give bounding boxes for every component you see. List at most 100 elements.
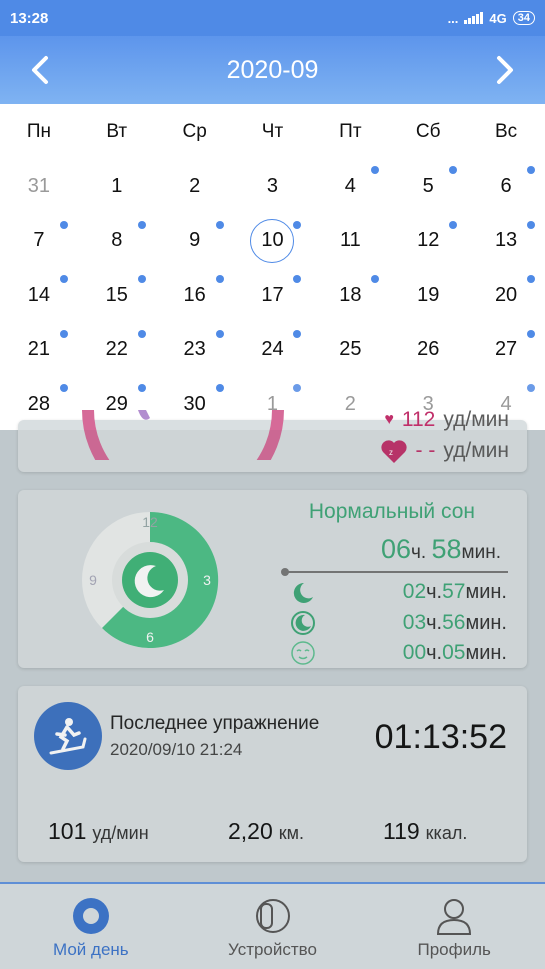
signal-icon — [464, 12, 484, 24]
calendar-day[interactable]: 7 — [0, 214, 78, 269]
my-day-icon — [72, 898, 109, 934]
chevron-right-icon — [497, 56, 513, 84]
day-number: 24 — [261, 338, 284, 361]
bottom-nav: Мой день Устройство Профиль — [0, 882, 545, 969]
calendar: Пн Вт Ср Чт Пт Сб Вс 31 1 2 3 4 5 6 7 8 9 10 11 12 13… — [0, 104, 545, 430]
data-indicator-dot — [449, 166, 458, 174]
data-indicator-dot — [293, 329, 302, 338]
sleep-total: 06ч. 58мин. — [380, 534, 501, 564]
heart-sleep-value: - - — [415, 439, 436, 462]
calendar-day[interactable]: 23 — [156, 323, 234, 378]
day-number: 17 — [261, 283, 284, 306]
calendar-day[interactable]: 25 — [311, 323, 389, 378]
calendar-day[interactable]: 12 — [389, 214, 467, 269]
data-indicator-dot — [449, 220, 458, 229]
calendar-day[interactable]: 26 — [389, 323, 467, 378]
nav-label: Устройство — [228, 940, 317, 959]
day-number: 12 — [417, 229, 440, 252]
calendar-day[interactable]: 2 — [156, 159, 234, 214]
calendar-day[interactable]: 3 — [234, 159, 312, 214]
data-indicator-dot — [215, 384, 224, 392]
day-number: 31 — [27, 174, 51, 197]
calendar-header: 2020-09 — [0, 36, 545, 104]
calendar-day[interactable]: 8 — [78, 214, 156, 269]
heart-icon: ♥ — [384, 411, 394, 428]
calendar-day[interactable]: 5 — [389, 159, 467, 214]
calendar-day[interactable]: 21 — [0, 323, 78, 378]
deep-sleep-icon — [293, 582, 313, 603]
calendar-day[interactable]: 19 — [389, 268, 467, 323]
nav-my-day[interactable]: Мой день — [0, 884, 182, 969]
exercise-card[interactable]: Последнее упражнение 2020/09/10 21:24 01… — [18, 686, 527, 862]
data-indicator-dot — [293, 275, 302, 283]
calendar-day[interactable]: 18 — [311, 268, 389, 323]
nav-profile[interactable]: Профиль — [363, 884, 545, 969]
light-sleep-icon — [291, 611, 315, 635]
calendar-day[interactable]: 15 — [78, 268, 156, 323]
month-title[interactable]: 2020-09 — [227, 56, 319, 85]
calendar-day[interactable]: 16 — [156, 268, 234, 323]
calendar-day-today[interactable]: 10 — [234, 214, 312, 269]
clock-label-12: 12 — [142, 514, 158, 530]
heart-max-unit: уд/мин — [443, 408, 509, 431]
sleep-clock-graphic: 12 3 6 9 — [82, 511, 219, 648]
status-icons: ... 4G 34 — [448, 11, 535, 26]
day-number: 1 — [111, 174, 123, 197]
heart-max-value: 112 — [401, 408, 436, 431]
data-indicator-dot — [293, 384, 302, 392]
day-number: 21 — [27, 338, 51, 361]
data-indicator-dot — [215, 275, 224, 283]
calendar-day[interactable]: 6 — [467, 159, 545, 214]
calendar-day[interactable]: 20 — [467, 268, 545, 323]
calendar-day[interactable]: 9 — [156, 214, 234, 269]
data-indicator-dot — [526, 275, 535, 283]
nav-device[interactable]: Устройство — [182, 884, 364, 969]
calendar-day[interactable]: 17 — [234, 268, 312, 323]
weekday-label: Вс — [494, 120, 518, 142]
day-number: 19 — [417, 283, 440, 306]
sleep-card[interactable]: 12 3 6 9 Нормальный сон 06ч. 58мин. 02ч.… — [18, 490, 527, 668]
calendar-day[interactable]: 14 — [0, 268, 78, 323]
day-number: 18 — [339, 283, 362, 306]
light-sleep-row: 03ч.56мин. — [402, 611, 507, 634]
day-number: 6 — [500, 174, 512, 197]
calendar-day[interactable]: 11 — [311, 214, 389, 269]
nav-label: Мой день — [53, 940, 129, 959]
heart-ring-graphic — [82, 410, 284, 460]
nav-label: Профиль — [417, 940, 491, 959]
data-indicator-dot — [137, 220, 146, 229]
prev-month-button[interactable] — [20, 50, 60, 90]
data-indicator-dot — [215, 329, 224, 338]
data-indicator-dot — [59, 275, 68, 283]
network-type: 4G — [489, 10, 507, 26]
heart-rate-card[interactable]: ♥ 112 уд/мин z - - уд/мин — [18, 408, 527, 472]
day-number: 16 — [183, 283, 206, 306]
calendar-day[interactable]: 13 — [467, 214, 545, 269]
clock-label-9: 9 — [89, 572, 97, 588]
day-number: 20 — [494, 283, 518, 306]
day-number: 5 — [422, 174, 434, 197]
day-number: 13 — [494, 229, 518, 252]
awake-icon — [291, 641, 315, 665]
day-number: 3 — [266, 174, 279, 197]
next-month-button[interactable] — [485, 50, 525, 90]
calendar-day[interactable]: 27 — [467, 323, 545, 378]
exercise-duration: 01:13:52 — [374, 718, 507, 756]
day-number: 26 — [417, 338, 440, 361]
weekday-label: Вт — [106, 120, 128, 142]
calendar-day[interactable]: 31 — [0, 159, 78, 214]
calendar-day[interactable]: 4 — [311, 159, 389, 214]
heart-sleep-row: z - - уд/мин — [380, 438, 509, 464]
clock-label-3: 3 — [203, 572, 211, 588]
exercise-date: 2020/09/10 21:24 — [110, 740, 243, 759]
weekday-row: Пн Вт Ср Чт Пт Сб Вс — [0, 104, 545, 159]
calendar-day[interactable]: 22 — [78, 323, 156, 378]
data-indicator-dot — [371, 166, 380, 174]
calendar-day[interactable]: 24 — [234, 323, 312, 378]
day-number: 22 — [105, 338, 128, 361]
calendar-day[interactable]: 1 — [78, 159, 156, 214]
data-indicator-dot — [59, 220, 68, 229]
chevron-left-icon — [32, 56, 48, 84]
clock-label-6: 6 — [146, 629, 154, 645]
day-number: 7 — [33, 229, 45, 252]
